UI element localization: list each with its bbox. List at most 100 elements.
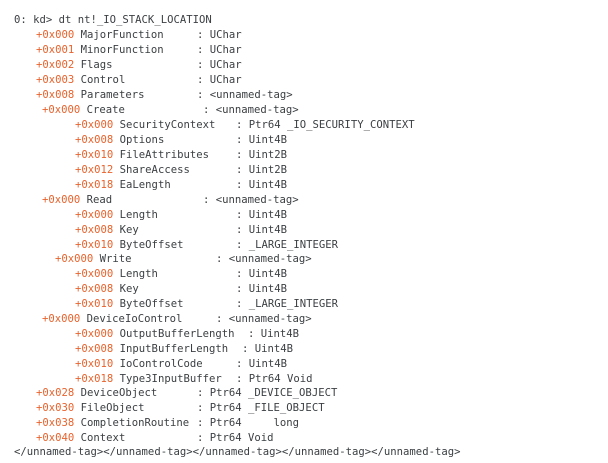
field-type: Ptr64 _DEVICE_OBJECT — [209, 387, 338, 399]
type-separator: : — [242, 343, 255, 355]
field-offset: +0x000 — [42, 104, 81, 116]
field-type: Ptr64 _FILE_OBJECT — [209, 402, 325, 414]
field-offset: +0x018 — [75, 179, 114, 191]
type-separator: : — [197, 89, 210, 101]
struct-row: +0x000 Write — [55, 252, 132, 267]
field-type: Uint4B — [248, 283, 288, 295]
field-offset: +0x000 — [75, 119, 114, 131]
field-offset: +0x012 — [75, 164, 114, 176]
struct-row: +0x000 OutputBufferLength — [75, 327, 234, 342]
field-offset: +0x010 — [75, 149, 114, 161]
field-type: Uint4B — [254, 343, 294, 355]
struct-row: +0x000 Length — [75, 208, 158, 223]
type-separator: : — [236, 209, 249, 221]
field-offset: +0x003 — [36, 74, 75, 86]
field-type-line: : Ptr64 long — [197, 416, 299, 431]
field-type: UChar — [209, 29, 242, 41]
field-name: Length — [119, 268, 158, 280]
field-type: <unnamed-tag> — [209, 89, 293, 101]
type-separator: : — [197, 432, 210, 444]
field-offset: +0x038 — [36, 417, 75, 429]
command-line: 0: kd> dt nt!_IO_STACK_LOCATION — [14, 14, 212, 26]
type-separator: : — [236, 224, 249, 236]
field-type: Uint4B — [248, 358, 288, 370]
field-type: Uint4B — [248, 209, 288, 221]
field-offset: +0x000 — [75, 268, 114, 280]
field-offset: +0x008 — [75, 283, 114, 295]
struct-row: +0x028 DeviceObject — [36, 386, 157, 401]
struct-row: +0x000 Length — [75, 267, 158, 282]
field-name: Type3InputBuffer — [119, 373, 222, 385]
field-type-line: : _LARGE_INTEGER — [236, 238, 338, 253]
field-name: Write — [99, 253, 132, 265]
field-offset: +0x000 — [36, 29, 75, 41]
field-type-line: : Uint4B — [236, 223, 287, 238]
struct-row: +0x002 Flags — [36, 58, 113, 73]
field-type-line: : <unnamed-tag> — [197, 88, 293, 103]
field-name: SecurityContext — [119, 119, 216, 131]
type-separator: : — [197, 59, 210, 71]
field-type-line: : UChar — [197, 58, 242, 73]
field-name: Control — [80, 74, 126, 86]
struct-row: +0x010 ByteOffset — [75, 297, 183, 312]
field-type: Uint4B — [248, 268, 288, 280]
field-type-line: : UChar — [197, 28, 242, 43]
type-separator: : — [197, 29, 210, 41]
struct-row: +0x001 MinorFunction — [36, 43, 164, 58]
field-type-line: : <unnamed-tag> — [203, 103, 299, 118]
type-separator: : — [197, 44, 210, 56]
field-type-line: : Uint4B — [236, 178, 287, 193]
field-name: OutputBufferLength — [119, 328, 235, 340]
field-type-line: : <unnamed-tag> — [216, 252, 312, 267]
field-type-line: : Ptr64 _FILE_OBJECT — [197, 401, 325, 416]
field-type-line: : Uint4B — [248, 327, 299, 342]
field-name: Context — [80, 432, 126, 444]
field-type-line: : Uint2B — [236, 163, 287, 178]
type-separator: : — [236, 239, 249, 251]
field-offset: +0x000 — [42, 313, 81, 325]
field-offset: +0x001 — [36, 44, 75, 56]
field-type-line: : Ptr64 Void — [236, 372, 313, 387]
field-offset: +0x000 — [75, 328, 114, 340]
field-name: ByteOffset — [119, 239, 184, 251]
struct-row: +0x008 Key — [75, 223, 139, 238]
field-type: <unnamed-tag> — [228, 253, 312, 265]
field-name: FileAttributes — [119, 149, 209, 161]
field-offset: +0x040 — [36, 432, 75, 444]
struct-row: +0x000 MajorFunction — [36, 28, 164, 43]
type-separator: : — [236, 358, 249, 370]
field-name: Read — [86, 194, 113, 206]
struct-row: +0x008 Options — [75, 133, 164, 148]
field-type-line: : Uint2B — [236, 148, 287, 163]
field-name: ByteOffset — [119, 298, 184, 310]
type-separator: : — [248, 328, 261, 340]
field-name: FileObject — [80, 402, 145, 414]
type-separator: : — [197, 387, 210, 399]
field-offset: +0x028 — [36, 387, 75, 399]
field-name: CompletionRoutine — [80, 417, 190, 429]
struct-row: +0x040 Context — [36, 431, 125, 446]
field-name: Length — [119, 209, 158, 221]
type-separator: : — [236, 134, 249, 146]
field-type: Uint4B — [248, 224, 288, 236]
debugger-output: 0: kd> dt nt!_IO_STACK_LOCATION +0x000 M… — [0, 0, 608, 463]
field-type-line: : Uint4B — [236, 208, 287, 223]
field-type-line: : Ptr64 _IO_SECURITY_CONTEXT — [236, 118, 415, 133]
field-offset: +0x008 — [75, 134, 114, 146]
type-separator: : — [236, 283, 249, 295]
field-name: EaLength — [119, 179, 171, 191]
field-type: <unnamed-tag> — [215, 104, 299, 116]
field-name: DeviceObject — [80, 387, 158, 399]
field-offset: +0x008 — [75, 343, 114, 355]
type-separator: : — [203, 194, 216, 206]
struct-row: +0x008 Key — [75, 282, 139, 297]
field-offset: +0x008 — [75, 224, 114, 236]
type-separator: : — [236, 149, 249, 161]
field-type-line: : Uint4B — [236, 357, 287, 372]
type-separator: : — [216, 313, 229, 325]
field-offset: +0x018 — [75, 373, 114, 385]
field-type: UChar — [209, 74, 242, 86]
field-offset: +0x030 — [36, 402, 75, 414]
struct-row: +0x010 ByteOffset — [75, 238, 183, 253]
field-type: Uint4B — [260, 328, 300, 340]
